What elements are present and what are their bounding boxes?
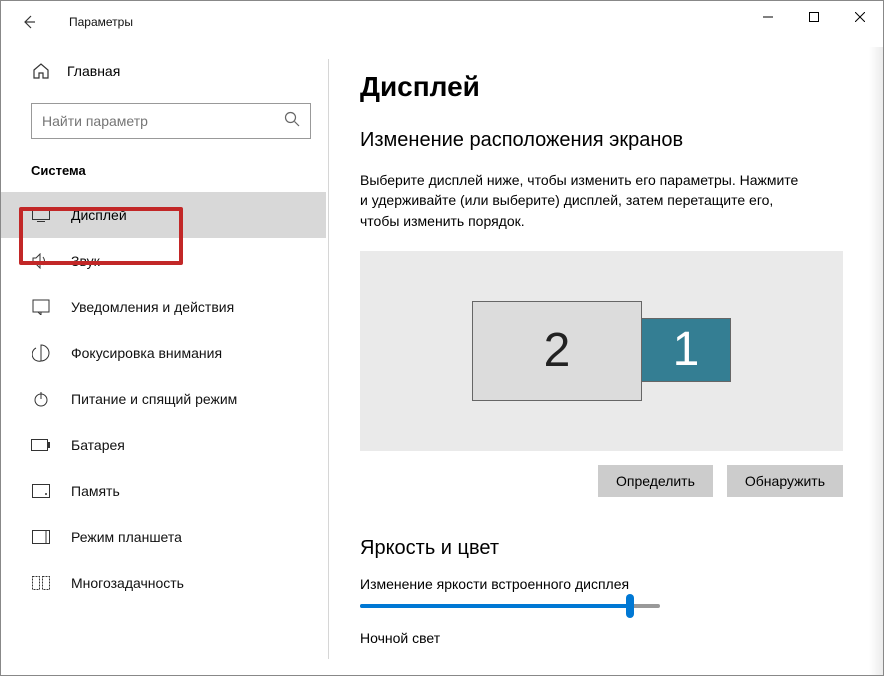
sidebar-item-label: Питание и спящий режим: [71, 391, 237, 407]
window-title: Параметры: [69, 15, 133, 29]
arrangement-description: Выберите дисплей ниже, чтобы изменить ег…: [360, 170, 800, 231]
sidebar-item-multitasking[interactable]: Многозадачность: [1, 560, 326, 606]
section-heading-arrangement: Изменение расположения экранов: [360, 129, 843, 152]
sidebar-item-sound[interactable]: Звук: [1, 238, 326, 284]
search-input[interactable]: [42, 113, 284, 129]
display-2[interactable]: 2: [472, 301, 642, 401]
notifications-icon: [31, 297, 51, 317]
home-link[interactable]: Главная: [1, 51, 326, 91]
sidebar-item-label: Многозадачность: [71, 575, 184, 591]
focus-icon: [31, 343, 51, 363]
sidebar-item-label: Батарея: [71, 437, 125, 453]
search-icon: [284, 111, 300, 132]
sidebar-item-display[interactable]: Дисплей: [1, 192, 326, 238]
sidebar-item-label: Уведомления и действия: [71, 299, 234, 315]
maximize-button[interactable]: [791, 1, 837, 33]
brightness-label: Изменение яркости встроенного дисплея: [360, 576, 843, 592]
sidebar-item-tablet[interactable]: Режим планшета: [1, 514, 326, 560]
multitasking-icon: [31, 573, 51, 593]
identify-button[interactable]: Определить: [598, 465, 713, 497]
sidebar-item-storage[interactable]: Память: [1, 468, 326, 514]
sidebar-item-power[interactable]: Питание и спящий режим: [1, 376, 326, 422]
storage-icon: [31, 481, 51, 501]
home-label: Главная: [67, 63, 120, 79]
sidebar-item-label: Дисплей: [71, 207, 127, 223]
sidebar-item-label: Режим планшета: [71, 529, 182, 545]
sound-icon: [31, 251, 51, 271]
sidebar-item-label: Фокусировка внимания: [71, 345, 222, 361]
battery-icon: [31, 435, 51, 455]
page-title: Дисплей: [360, 71, 843, 103]
home-icon: [31, 61, 51, 81]
close-button[interactable]: [837, 1, 883, 33]
tablet-icon: [31, 527, 51, 547]
night-light-label: Ночной свет: [360, 630, 843, 646]
slider-thumb[interactable]: [626, 594, 634, 618]
section-heading-brightness: Яркость и цвет: [360, 537, 843, 560]
back-button[interactable]: [9, 2, 49, 42]
minimize-button[interactable]: [745, 1, 791, 33]
search-input-container[interactable]: [31, 103, 311, 139]
display-icon: [31, 205, 51, 225]
slider-fill: [360, 604, 630, 608]
sidebar-item-focus[interactable]: Фокусировка внимания: [1, 330, 326, 376]
sidebar-item-battery[interactable]: Батарея: [1, 422, 326, 468]
display-arrangement-area[interactable]: 2 1: [360, 251, 843, 451]
brightness-slider[interactable]: [360, 604, 660, 608]
sidebar-item-label: Память: [71, 483, 120, 499]
sidebar-section-header: Система: [1, 157, 326, 192]
sidebar-item-notifications[interactable]: Уведомления и действия: [1, 284, 326, 330]
sidebar-item-label: Звук: [71, 253, 100, 269]
scrollbar[interactable]: [869, 47, 883, 675]
display-1[interactable]: 1: [641, 318, 731, 382]
detect-button[interactable]: Обнаружить: [727, 465, 843, 497]
power-icon: [31, 389, 51, 409]
